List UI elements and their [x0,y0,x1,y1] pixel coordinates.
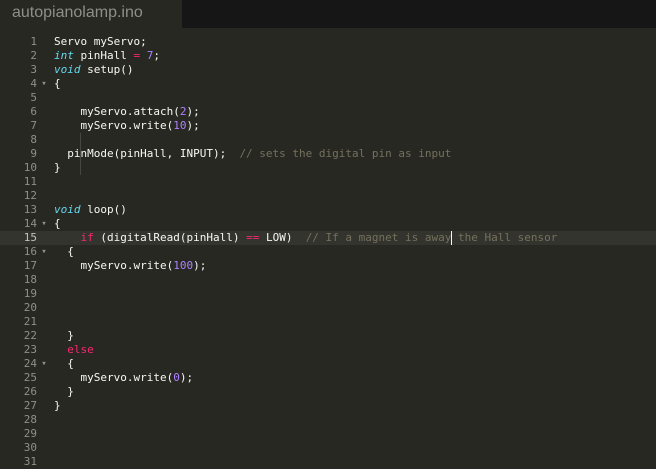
code-line[interactable]: 31 [0,455,656,469]
code-line[interactable]: 30 [0,441,656,455]
line-number: 31 [23,455,37,468]
code-text: else [67,343,94,356]
line-number: 29 [23,427,37,440]
file-tab[interactable]: autopianolamp.ino [0,0,182,28]
code-line[interactable]: 19 [0,287,656,301]
line-number: 26 [23,385,37,398]
code-text: myServo.write(0); [54,371,194,384]
code-text: { [54,77,61,90]
code-text: int pinHall = 7; [54,49,160,62]
tab-bar: autopianolamp.ino [0,0,656,28]
code-line[interactable]: 24 ▾ { [0,357,656,371]
indent-guide [80,133,81,147]
code-line[interactable]: 10} [0,161,656,175]
line-number: 25 [23,371,37,384]
line-number: 9 [30,147,37,160]
code-line[interactable]: 6 myServo.attach(2); [0,105,656,119]
code-text: } [54,329,74,342]
text-caret [451,231,452,245]
code-text: { [54,245,74,258]
fold-arrow-icon[interactable]: ▾ [39,217,49,231]
code-line[interactable]: 7 myServo.write(10); [0,119,656,133]
fold-arrow-icon[interactable]: ▾ [39,245,49,259]
line-number: 17 [23,259,37,272]
line-number: 30 [23,441,37,454]
line-number: 3 [30,63,37,76]
code-editor[interactable]: 1 Servo myServo; 2 int pinHall = 7; 3 void se… [0,28,656,468]
code-text: void setup() [54,63,134,76]
line-number: 14 [23,217,37,230]
code-line[interactable]: 25 myServo.write(0); [0,371,656,385]
line-number: 19 [23,287,37,300]
code-line[interactable]: 14 ▾ { [0,217,656,231]
code-line[interactable]: 12 [0,189,656,203]
code-text: { [54,357,74,370]
code-text: Servo myServo; [54,35,147,48]
code-line[interactable]: 27} [0,399,656,413]
fold-arrow-icon[interactable]: ▾ [39,77,49,91]
line-number: 27 [23,399,37,412]
code-line[interactable]: 15 if (digitalRead(pinHall) == LOW) // I… [0,231,656,245]
code-text: myServo.write(10); [54,119,200,132]
code-line[interactable]: 23 else [0,343,656,357]
code-text: void loop() [54,203,127,216]
fold-arrow-icon[interactable]: ▾ [39,357,49,371]
code-line[interactable]: 4 ▾ { [0,77,656,91]
line-number: 28 [23,413,37,426]
code-line[interactable]: 5 [0,91,656,105]
code-text: } [54,385,74,398]
line-number: 11 [23,175,37,188]
code-line[interactable]: 29 [0,427,656,441]
code-line[interactable]: 17 myServo.write(100); [0,259,656,273]
line-number: 7 [30,119,37,132]
code-line[interactable]: 22 } [0,329,656,343]
line-number: 1 [30,35,37,48]
line-number: 8 [30,133,37,146]
code-text: pinMode(pinHall, INPUT); // sets the dig… [54,147,452,160]
line-number: 15 [23,231,37,244]
code-text: if (digitalRead(pinHall) == LOW) // If a… [80,231,558,244]
code-line[interactable]: 11 [0,175,656,189]
code-text: } [54,161,61,174]
code-line[interactable]: 2 int pinHall = 7; [0,49,656,63]
code-line[interactable]: 9 pinMode(pinHall, INPUT); // sets the d… [0,147,656,161]
line-number: 20 [23,301,37,314]
code-text: } [54,399,61,412]
line-number: 5 [30,91,37,104]
code-line[interactable]: 3 void setup() [0,63,656,77]
file-tab-label: autopianolamp.ino [12,4,143,21]
code-line[interactable]: 21 [0,315,656,329]
line-number: 13 [23,203,37,216]
code-line[interactable]: 18 [0,273,656,287]
line-number: 21 [23,315,37,328]
line-number: 24 [23,357,37,370]
indent-guide [80,161,81,175]
code-text: myServo.write(100); [54,259,207,272]
code-line[interactable]: 13 void loop() [0,203,656,217]
line-number: 12 [23,189,37,202]
line-number: 10 [23,161,37,174]
line-number: 6 [30,105,37,118]
code-line[interactable]: 20 [0,301,656,315]
code-text: { [54,217,61,230]
code-text: myServo.attach(2); [54,105,200,118]
line-number: 2 [30,49,37,62]
code-line[interactable]: 1 Servo myServo; [0,35,656,49]
line-number: 18 [23,273,37,286]
code-line[interactable]: 16 ▾ { [0,245,656,259]
line-number: 23 [23,343,37,356]
line-number: 16 [23,245,37,258]
code-line[interactable]: 26 } [0,385,656,399]
line-number: 22 [23,329,37,342]
code-line[interactable]: 28 [0,413,656,427]
line-number: 4 [30,77,37,90]
code-line[interactable]: 8 [0,133,656,147]
